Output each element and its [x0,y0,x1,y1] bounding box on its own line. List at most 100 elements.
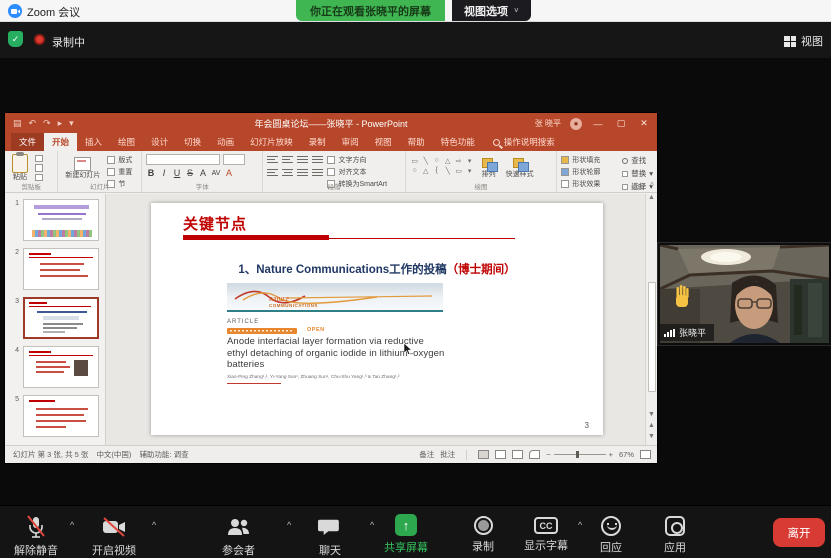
tab-animations[interactable]: 动画 [209,133,242,151]
restore-button[interactable]: ▢ [614,118,628,129]
ppt-title-bar[interactable]: ▤ ↶ ↷ ▸ ▾ 年会圆桌论坛——张晓平 - PowerPoint 张 晓平 … [5,113,657,134]
encryption-shield-icon[interactable]: ✓ [8,31,23,47]
tab-draw[interactable]: 绘图 [110,133,143,151]
redo-icon[interactable]: ↷ [43,118,51,129]
zoom-percentage[interactable]: 67% [619,450,634,459]
undo-icon[interactable]: ↶ [29,118,37,129]
indent-decrease-button[interactable] [297,155,308,164]
tab-file[interactable]: 文件 [11,133,44,151]
tab-features[interactable]: 特色功能 [433,133,483,151]
tab-slideshow[interactable]: 幻灯片放映 [242,133,301,151]
scrollbar-thumb[interactable] [648,282,656,392]
quick-styles-button[interactable]: 快速样式 [503,154,537,181]
unmute-button[interactable]: 解除静音 [14,515,58,558]
align-left-button[interactable] [267,168,278,177]
tab-transitions[interactable]: 切换 [176,133,209,151]
new-slide-button[interactable]: 新建幻灯片 [62,154,103,181]
account-name[interactable]: 张 晓平 [535,118,561,129]
reset-button[interactable]: 重置 [107,167,132,177]
reading-view-button[interactable] [512,450,523,459]
current-slide-canvas[interactable]: 关键节点 1、Nature Communications工作的投稿（博士期间） … [151,203,603,435]
collapse-ribbon-icon[interactable]: ^ [650,181,654,190]
clipboard-small-buttons[interactable] [35,154,43,181]
layout-button[interactable]: 版式 [107,155,132,165]
tab-view[interactable]: 视图 [367,133,400,151]
vertical-scrollbar[interactable]: ▲ ▼ ▲ ▼ [645,194,657,445]
comments-toggle[interactable]: 批注 [440,449,455,460]
slide-thumbnail-1[interactable] [23,199,99,241]
font-name-combobox[interactable] [146,154,220,165]
indent-increase-button[interactable] [312,155,323,164]
slide-thumbnail-panel[interactable]: 1 2 [5,194,106,445]
leave-meeting-button[interactable]: 离开 [773,518,825,547]
unmute-options-chevron[interactable]: ^ [70,520,74,530]
tab-record[interactable]: 录制 [301,133,334,151]
tab-design[interactable]: 设计 [143,133,176,151]
align-text-button[interactable]: 对齐文本 [327,167,387,177]
close-button[interactable]: ✕ [637,118,651,129]
justify-button[interactable] [312,168,323,177]
arrange-button[interactable]: 排列 [479,154,499,181]
tell-me-search[interactable]: 操作说明搜索 [487,133,561,151]
nature-communications-banner[interactable]: nature COMMUNICATIONS [227,283,443,312]
copy-icon[interactable] [35,164,43,171]
view-layout-button[interactable]: 视图 [784,33,823,49]
slide-thumbnail-2[interactable] [23,248,99,290]
slide-sorter-view-button[interactable] [495,450,506,459]
italic-button[interactable]: I [159,168,169,178]
avatar[interactable]: ● [570,118,582,130]
chat-options-chevron[interactable]: ^ [370,520,374,530]
replace-button[interactable]: 替换▾ [622,168,653,179]
text-shadow-button[interactable]: A [198,168,208,178]
qat-dropdown-icon[interactable]: ▾ [69,118,74,129]
slide-thumbnail-5[interactable] [23,395,99,437]
participants-options-chevron[interactable]: ^ [287,520,291,530]
slide-thumbnail-4[interactable] [23,346,99,388]
align-right-button[interactable] [297,168,308,177]
fit-slide-button[interactable] [640,450,651,459]
numbering-button[interactable] [282,155,293,164]
notes-toggle[interactable]: 备注 [419,449,434,460]
text-direction-button[interactable]: 文字方向 [327,155,387,165]
find-button[interactable]: 查找 [622,155,653,166]
start-video-button[interactable]: 开启视频 [92,515,136,558]
shape-effects-button[interactable]: 形状效果 [561,179,600,189]
participants-button[interactable]: 参会者 [222,515,255,558]
paste-button[interactable]: 粘贴 [9,154,31,181]
zoom-in-icon[interactable]: + [609,450,613,459]
tab-home[interactable]: 开始 [44,133,77,151]
bullets-button[interactable] [267,155,278,164]
cut-icon[interactable] [35,155,43,162]
underline-button[interactable]: U [172,168,182,178]
strikethrough-button[interactable]: S [185,168,195,178]
save-icon[interactable]: ▤ [13,118,22,129]
slide-heading[interactable]: 1、Nature Communications工作的投稿（博士期间） [151,261,603,277]
tab-review[interactable]: 审阅 [334,133,367,151]
font-size-combobox[interactable] [223,154,245,165]
font-color-button[interactable]: A [224,168,234,178]
slideshow-view-button[interactable] [529,450,540,459]
next-slide-icon[interactable]: ▼ [648,433,655,443]
participant-video-tile[interactable]: 张晓平 [658,243,831,345]
accessibility-status[interactable]: 辅助功能: 调查 [139,449,188,460]
shape-gallery[interactable]: ▭ ╲ ○ △ ⇨ ▾ ○ △ { ╲ ▭ ▾ [410,154,475,181]
record-button[interactable]: 录制 [472,514,494,554]
shape-fill-button[interactable]: 形状填充 [561,155,600,165]
zoom-out-icon[interactable]: − [546,450,550,459]
apps-button[interactable]: 应用 [664,514,686,555]
scroll-down-icon[interactable]: ▼ [648,411,655,421]
previous-slide-icon[interactable]: ▲ [648,422,655,432]
slide-title[interactable]: 关键节点 [183,213,247,234]
scroll-up-icon[interactable]: ▲ [648,194,655,204]
tab-help[interactable]: 帮助 [400,133,433,151]
align-center-button[interactable] [282,168,293,177]
quick-access-toolbar[interactable]: ▤ ↶ ↷ ▸ ▾ [13,118,74,129]
chat-button[interactable]: 聊天 [318,515,342,558]
video-options-chevron[interactable]: ^ [152,520,156,530]
tab-insert[interactable]: 插入 [77,133,110,151]
captions-options-chevron[interactable]: ^ [578,520,582,530]
slideshow-icon[interactable]: ▸ [58,118,63,129]
language-indicator[interactable]: 中文(中国) [96,449,131,460]
reactions-button[interactable]: 回应 [600,514,622,555]
normal-view-button[interactable] [478,450,489,459]
